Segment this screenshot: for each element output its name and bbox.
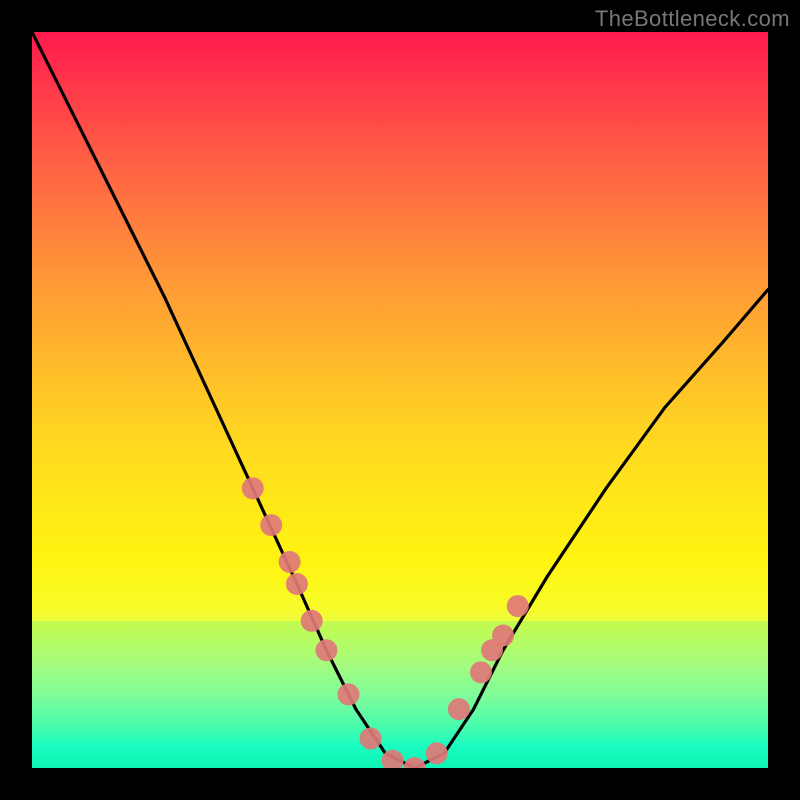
curve-marker	[260, 514, 282, 536]
chart-svg	[32, 32, 768, 768]
curve-marker	[507, 595, 529, 617]
curve-marker	[404, 757, 426, 768]
curve-marker	[492, 625, 514, 647]
curve-marker	[470, 661, 492, 683]
curve-markers	[242, 477, 529, 768]
watermark-text: TheBottleneck.com	[595, 6, 790, 32]
curve-marker	[286, 573, 308, 595]
bottleneck-curve	[32, 32, 768, 768]
curve-marker	[337, 683, 359, 705]
curve-marker	[279, 551, 301, 573]
curve-marker	[448, 698, 470, 720]
curve-marker	[242, 477, 264, 499]
curve-marker	[315, 639, 337, 661]
curve-marker	[426, 742, 448, 764]
curve-marker	[360, 728, 382, 750]
curve-marker	[301, 610, 323, 632]
chart-frame: TheBottleneck.com	[0, 0, 800, 800]
